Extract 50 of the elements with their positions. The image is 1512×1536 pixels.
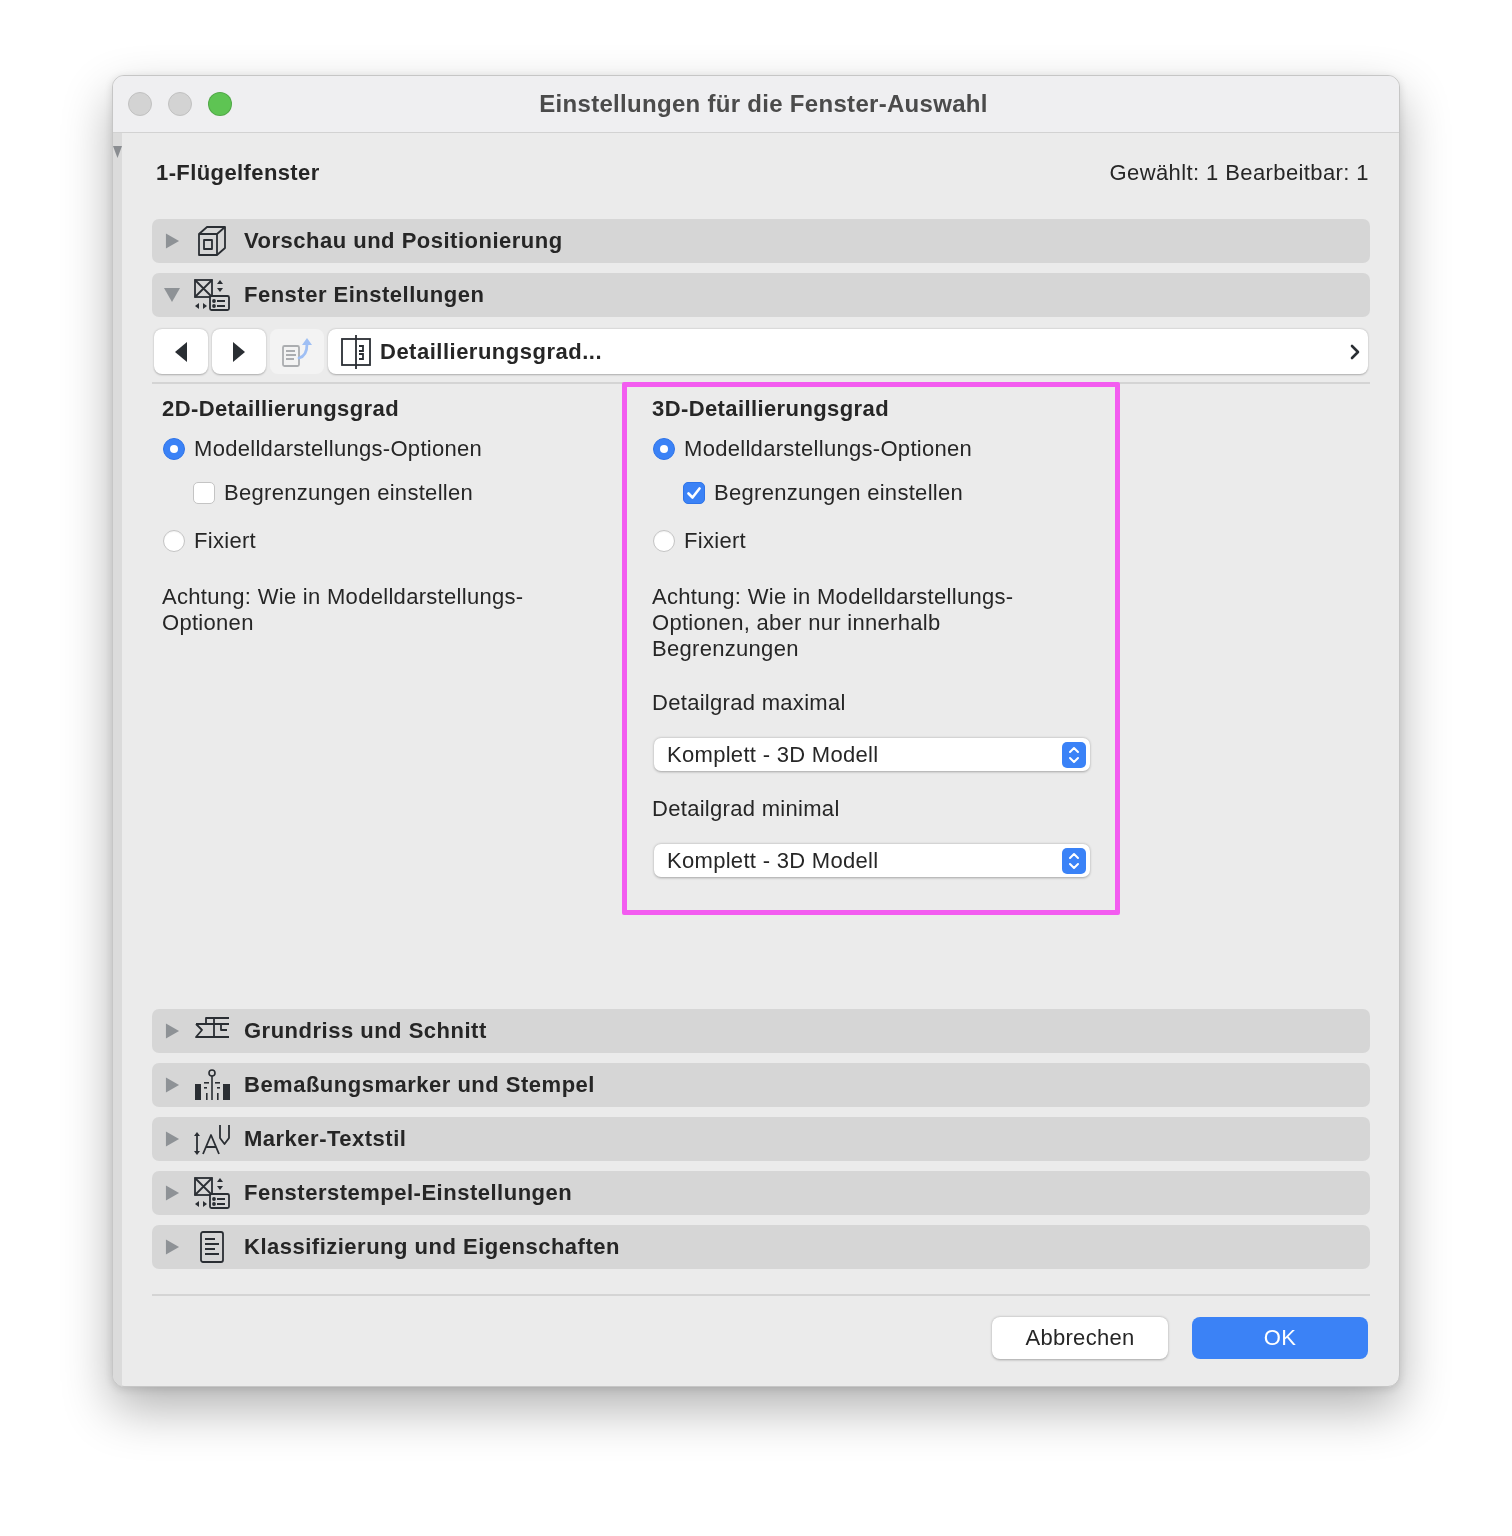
section-header[interactable]: Fenster Einstellungen xyxy=(152,273,1370,317)
checkbox[interactable] xyxy=(683,482,705,504)
field-label: Detailgrad maximal xyxy=(652,690,846,716)
element-title: 1-Flügelfenster xyxy=(156,160,320,186)
column-heading: 2D-Detaillierungsgrad xyxy=(162,396,399,422)
note-text: Achtung: Wie in Modelldarstellungs-Optionen xyxy=(162,584,525,636)
window-title: Einstellungen für die Fenster-Auswahl xyxy=(539,90,988,118)
close-button[interactable] xyxy=(128,92,152,116)
select-field[interactable]: Komplett - 3D Modell xyxy=(654,844,1090,877)
radio-button[interactable] xyxy=(163,438,185,460)
section-header[interactable]: Bemaßungsmarker und Stempel xyxy=(152,1063,1370,1107)
collapse-triangle-icon[interactable] xyxy=(113,146,122,158)
option-label[interactable]: Modelldarstellungs-Optionen xyxy=(684,436,973,462)
chevron-right-icon xyxy=(1350,343,1360,360)
section-header[interactable]: Grundriss und Schnitt xyxy=(152,1009,1370,1053)
option-label[interactable]: Fixiert xyxy=(684,528,746,554)
radio-button[interactable] xyxy=(653,438,675,460)
note-text: Achtung: Wie in Modelldarstellungs-Optionen, aber nur innerhalb Begrenzungen xyxy=(652,584,1015,662)
zoom-button[interactable] xyxy=(208,92,232,116)
option-label[interactable]: Begrenzungen einstellen xyxy=(224,480,474,506)
field-label: Detailgrad minimal xyxy=(652,796,840,822)
next-button[interactable] xyxy=(212,329,266,374)
section-header[interactable]: Fensterstempel-Einstellungen xyxy=(152,1171,1370,1215)
triangle-right-icon xyxy=(233,341,245,362)
section-header[interactable]: Klassifizierung und Eigenschaften xyxy=(152,1225,1370,1269)
triangle-left-icon xyxy=(175,341,187,362)
radio-button[interactable] xyxy=(653,530,675,552)
option-label[interactable]: Modelldarstellungs-Optionen xyxy=(194,436,483,462)
checkbox[interactable] xyxy=(193,482,215,504)
option-label[interactable]: Fixiert xyxy=(194,528,256,554)
page-selector[interactable]: Detaillierungsgrad... xyxy=(328,329,1368,374)
checkmark-icon xyxy=(687,487,701,499)
stepper-icon xyxy=(1062,741,1086,768)
minimize-button[interactable] xyxy=(168,92,192,116)
ok-button[interactable]: OK xyxy=(1192,1317,1368,1359)
window-settings-icon xyxy=(193,278,231,312)
select-field[interactable]: Komplett - 3D Modell xyxy=(654,738,1090,771)
dimension-marker-icon xyxy=(193,1068,231,1102)
section-header[interactable]: Marker-Textstil xyxy=(152,1117,1370,1161)
radio-button[interactable] xyxy=(163,530,185,552)
window-settings-icon xyxy=(193,1176,231,1210)
cancel-button[interactable]: Abbrechen xyxy=(992,1317,1168,1359)
column-heading: 3D-Detaillierungsgrad xyxy=(652,396,889,422)
option-label[interactable]: Begrenzungen einstellen xyxy=(714,480,964,506)
stepper-icon xyxy=(1062,847,1086,874)
previous-button[interactable] xyxy=(154,329,208,374)
text-style-icon xyxy=(193,1122,231,1156)
section-header[interactable]: Vorschau und Positionierung xyxy=(152,219,1370,263)
selection-count: Gewählt: 1 Bearbeitbar: 1 xyxy=(1109,160,1369,186)
detail-level-icon xyxy=(340,334,372,369)
